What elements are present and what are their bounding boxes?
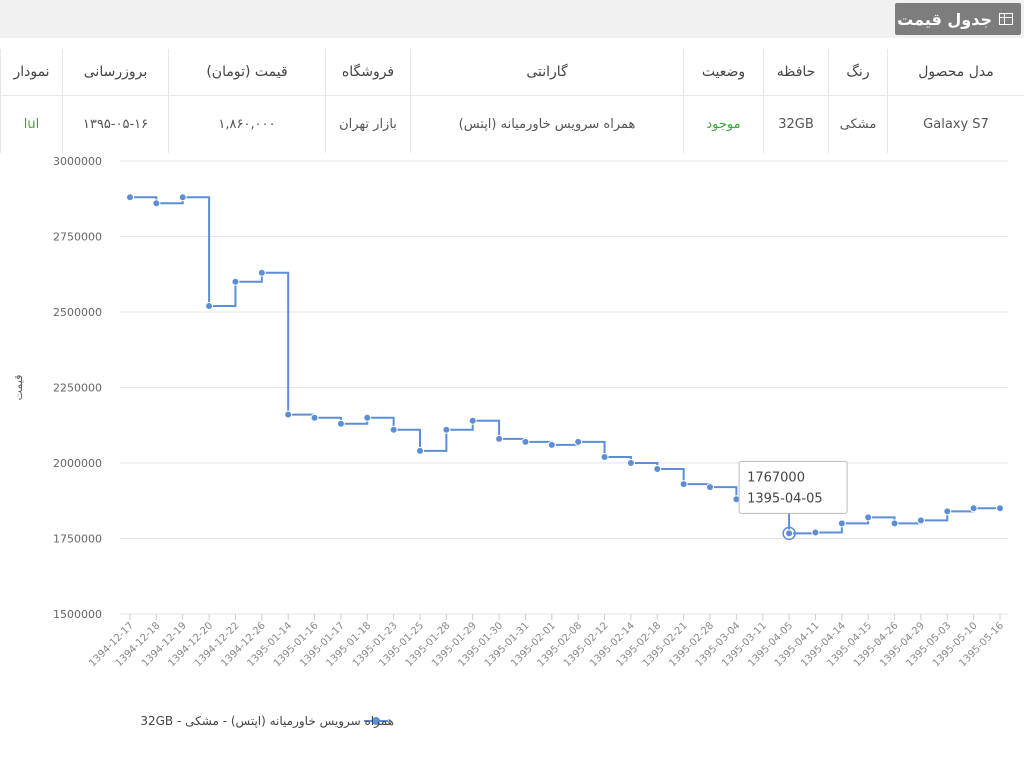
table-cell-price: ۱,۸۶۰,۰۰۰ — [168, 95, 325, 153]
data-point — [653, 465, 662, 474]
column-header-model: مدل محصول — [887, 49, 1024, 95]
column-header-updated: بروزرسانی — [62, 49, 168, 95]
data-point — [363, 413, 372, 422]
legend-label: همراه سرویس خاورمیانه (اپتس) - مشکی - 32… — [140, 714, 394, 729]
table-cell-color: مشکی — [828, 95, 887, 153]
data-point — [943, 507, 952, 516]
data-point — [389, 425, 398, 434]
price-table-tab[interactable]: جدول قیمت — [895, 3, 1021, 35]
table-cell-store: بازار تهران — [325, 95, 410, 153]
y-tick-label: 1750000 — [53, 533, 102, 546]
data-point — [126, 193, 134, 202]
data-point — [864, 513, 873, 522]
data-point — [336, 419, 345, 428]
data-point — [706, 483, 714, 492]
table-cell-warranty: همراه سرویس خاورمیانه (اپتس) — [410, 95, 683, 153]
data-point — [837, 519, 846, 528]
y-tick-label: 2000000 — [53, 457, 102, 470]
series-line — [130, 196, 1000, 535]
data-point — [969, 504, 978, 513]
table-cell-chart-link[interactable]: lul — [0, 95, 62, 153]
price-table: مدل محصول رنگ حافظه وضعیت گارانتی فروشگاه قیمت… — [0, 49, 1024, 153]
data-point — [284, 410, 293, 419]
y-tick-label: 2750000 — [53, 231, 102, 244]
column-header-store: فروشگاه — [325, 49, 410, 95]
table-row: Galaxy S7 مشکی 32GB موجود همراه سرویس خاورمی… — [0, 95, 1024, 153]
price-chart: 3000000 2750000 2500000 2250000 2000000 17500… — [12, 155, 1008, 729]
data-point — [495, 434, 504, 443]
data-point — [442, 425, 451, 434]
data-point — [996, 504, 1004, 513]
data-point — [257, 268, 266, 277]
y-tick-label: 2500000 — [53, 306, 102, 319]
data-point — [231, 277, 240, 286]
data-point — [916, 516, 925, 525]
data-point — [416, 446, 424, 455]
table-cell-storage: 32GB — [763, 95, 828, 153]
data-point — [310, 413, 319, 422]
table-cell-model: Galaxy S7 — [887, 95, 1024, 153]
data-point — [811, 528, 820, 537]
y-axis-label: قیمت — [12, 375, 25, 401]
data-point — [205, 301, 214, 310]
price-table-title: جدول قیمت — [897, 9, 992, 29]
data-point — [152, 199, 161, 208]
table-cell-status: موجود — [683, 95, 763, 153]
table-header-row: مدل محصول رنگ حافظه وضعیت گارانتی فروشگاه قیمت… — [0, 49, 1024, 96]
column-header-warranty: گارانتی — [410, 49, 683, 95]
tooltip-value: 1767000 — [747, 470, 805, 485]
table-icon — [999, 13, 1013, 25]
data-point — [679, 480, 688, 489]
header-bar: جدول قیمت — [0, 0, 1024, 38]
y-tick-label: 2250000 — [53, 382, 102, 395]
column-header-status: وضعیت — [683, 49, 763, 95]
column-header-price: قیمت (تومان) — [168, 49, 325, 95]
column-header-color: رنگ — [828, 49, 887, 95]
table-cell-updated: ۱۳۹۵-۰۵-۱۶ — [62, 95, 168, 153]
y-tick-label: 1500000 — [53, 608, 102, 621]
data-point — [178, 193, 187, 202]
data-point — [468, 416, 477, 425]
data-point — [574, 437, 583, 446]
y-tick-label: 3000000 — [53, 155, 102, 168]
data-point — [547, 440, 556, 449]
x-tick-label: 1394-12-17 — [87, 620, 136, 669]
data-point — [521, 437, 530, 446]
data-point — [626, 459, 635, 467]
column-header-storage: حافظه — [763, 49, 828, 95]
tooltip-date: 1395-04-05 — [747, 491, 823, 506]
column-header-chart-link: نمودار — [0, 49, 62, 95]
data-point — [890, 519, 899, 528]
data-point — [785, 529, 794, 538]
data-point — [600, 452, 609, 461]
